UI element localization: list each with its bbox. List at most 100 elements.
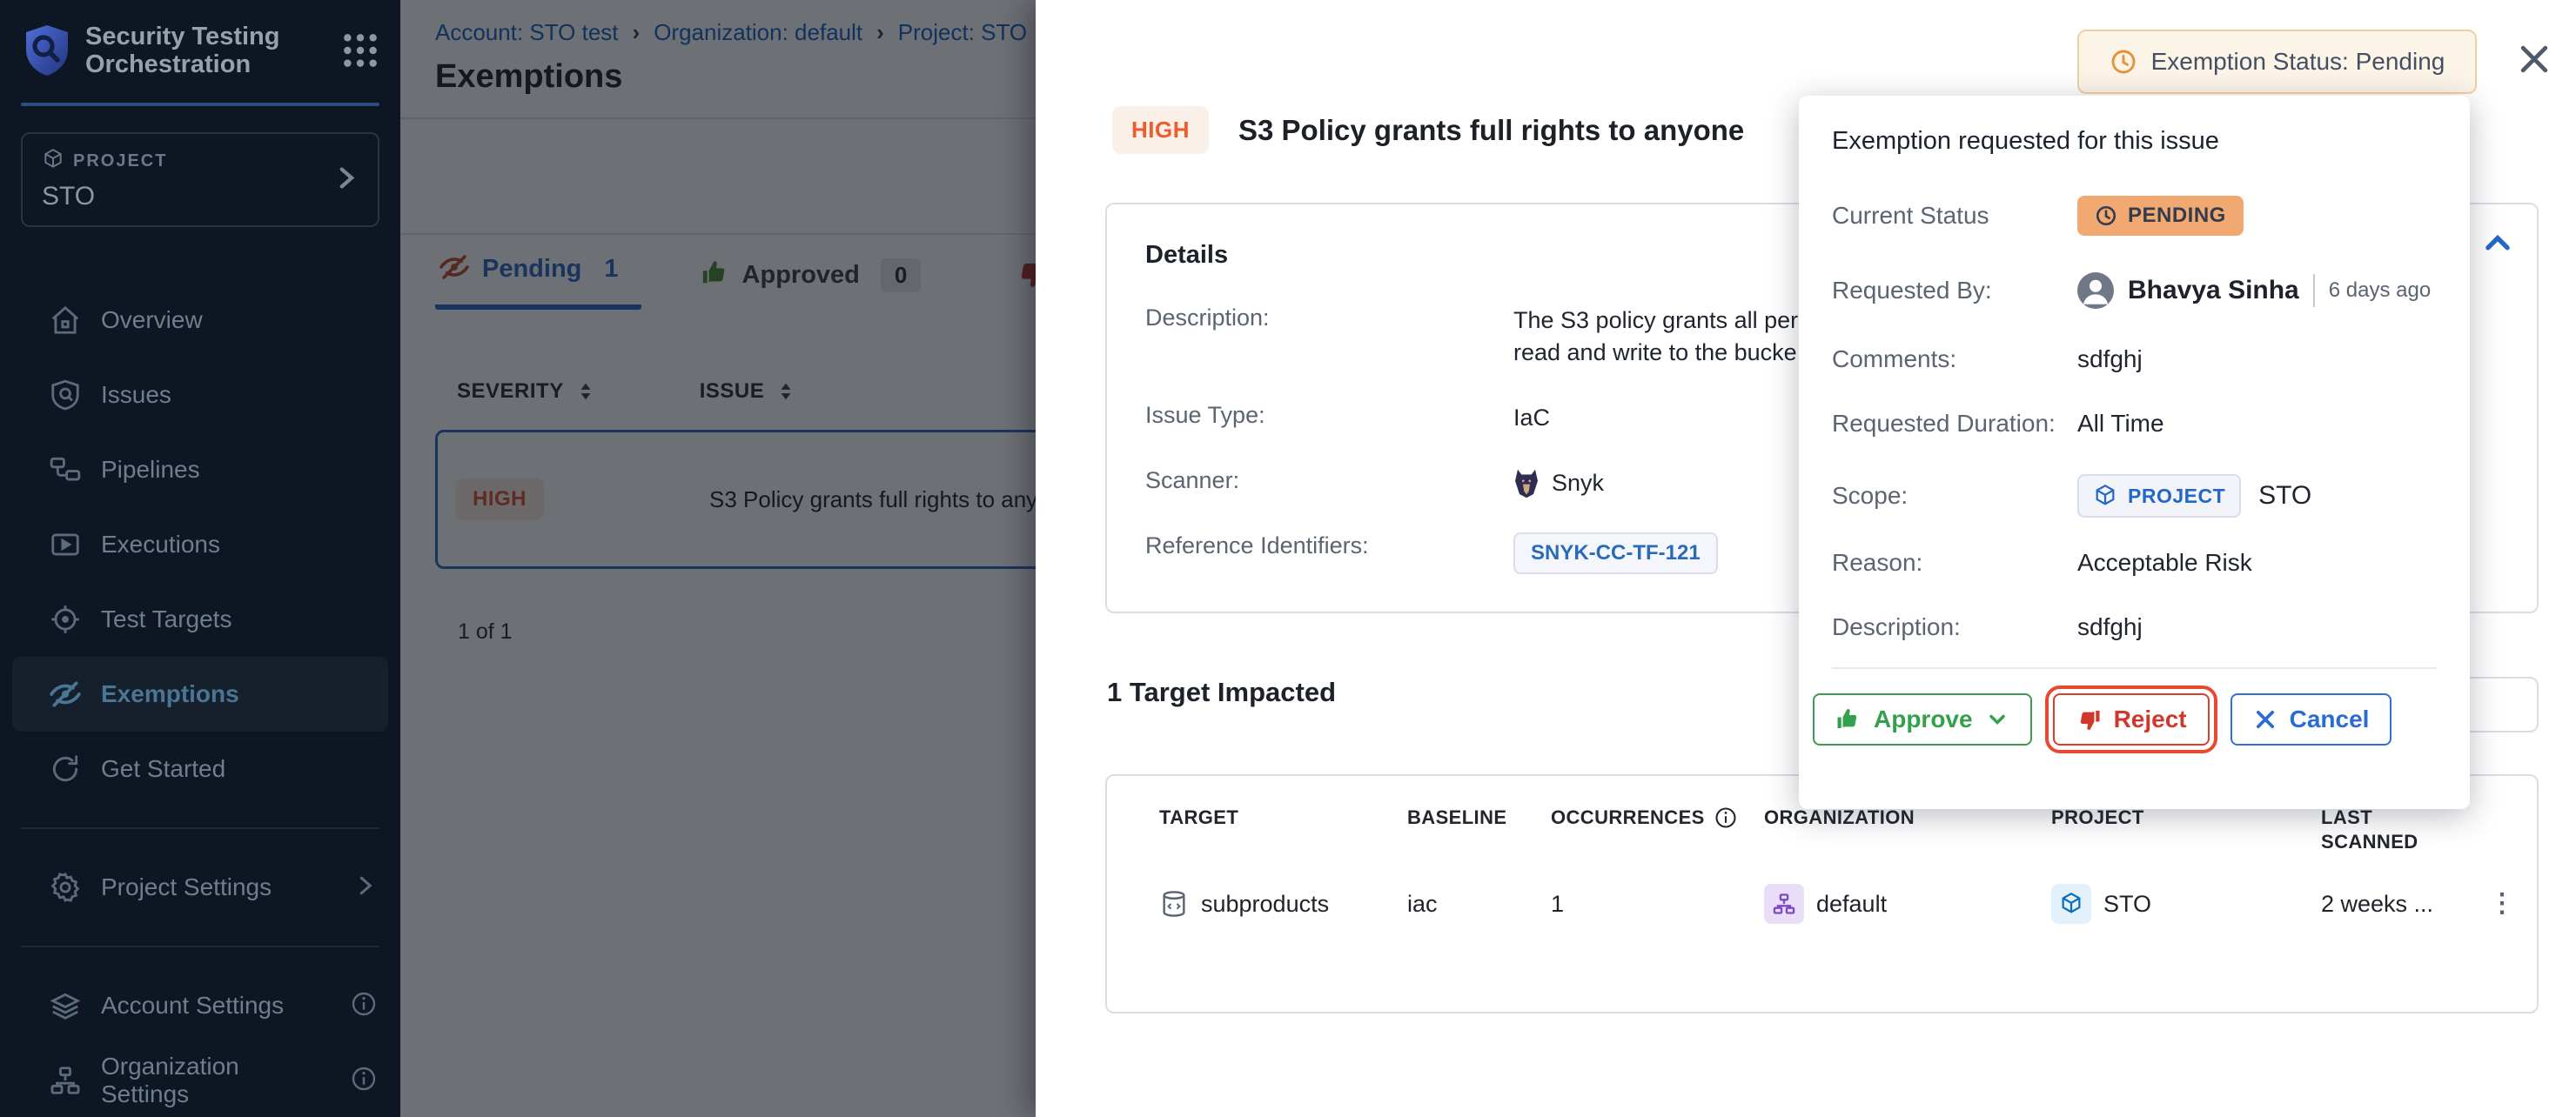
sidebar-item-get-started[interactable]: Get Started (12, 732, 388, 806)
close-icon (2253, 707, 2277, 732)
collapse-chevron-up-icon[interactable] (2481, 227, 2514, 260)
sidebar-item-test-targets[interactable]: Test Targets (12, 582, 388, 657)
baseline-cell: iac (1407, 891, 1551, 918)
thumbs-down-icon (2076, 706, 2102, 732)
executions-play-icon (49, 528, 82, 561)
sidebar-item-organization-settings[interactable]: Organization Settings (12, 1043, 388, 1117)
sidebar-item-label: Pipelines (101, 456, 200, 484)
info-icon (1714, 806, 1738, 830)
snyk-logo-icon (1513, 468, 1540, 499)
requested-time-ago: 6 days ago (2329, 278, 2431, 303)
target-row[interactable]: subproducts iac 1 default STO 2 weeks ..… (1107, 884, 2537, 924)
sidebar-divider (21, 827, 379, 829)
cube-icon (42, 148, 64, 175)
severity-badge: HIGH (1112, 106, 1209, 154)
layers-icon (49, 989, 82, 1022)
issue-type-label: Issue Type: (1145, 402, 1513, 429)
sidebar-accent-divider (21, 103, 379, 106)
sidebar-item-label: Account Settings (101, 992, 284, 1020)
reason-value: Acceptable Risk (2077, 549, 2437, 577)
sidebar-item-issues[interactable]: Issues (12, 358, 388, 432)
cancel-button[interactable]: Cancel (2231, 693, 2392, 746)
reject-button[interactable]: Reject (2053, 693, 2210, 746)
scanner-label: Scanner: (1145, 467, 1513, 494)
sto-shield-logo-icon (23, 23, 71, 77)
chevron-right-icon (331, 163, 360, 197)
sidebar-item-exemptions[interactable]: Exemptions (12, 657, 388, 732)
target-column-header: TARGET (1159, 806, 1290, 830)
shield-search-icon (49, 378, 82, 411)
close-icon[interactable] (2515, 40, 2553, 78)
sidebar-item-label: Test Targets (101, 605, 231, 633)
project-cell: STO (2051, 884, 2321, 924)
scope-value: PROJECT STO (2077, 474, 2437, 518)
sidebar-item-pipelines[interactable]: Pipelines (12, 432, 388, 507)
pending-status-badge: PENDING (2077, 196, 2244, 236)
exemption-status-button[interactable]: Exemption Status: Pending (2077, 30, 2477, 94)
sidebar-item-label: Executions (101, 531, 220, 558)
cube-icon (2093, 484, 2117, 508)
sidebar-item-overview[interactable]: Overview (12, 283, 388, 358)
description-label: Description: (1145, 304, 1513, 331)
gear-icon (49, 871, 82, 904)
description-value: sdfghj (2077, 613, 2437, 641)
project-column-header: PROJECT (2051, 806, 2182, 830)
requester-name: Bhavya Sinha (2128, 276, 2299, 305)
sidebar-item-project-settings[interactable]: Project Settings (12, 850, 388, 925)
organization-cell: default (1764, 884, 2051, 924)
issue-detail-header: HIGH S3 Policy grants full rights to any… (1112, 106, 1744, 154)
sidebar-item-label: Organization Settings (101, 1053, 331, 1108)
chevron-down-icon (1985, 707, 2009, 732)
org-chart-icon (49, 1064, 82, 1097)
app-switcher-grid-icon[interactable] (341, 31, 379, 70)
sidebar-item-label: Exemptions (101, 680, 239, 708)
popup-actions: Approve Reject Cancel (1813, 693, 2437, 746)
project-scope-chip: PROJECT (2077, 474, 2241, 518)
target-crosshair-icon (49, 603, 82, 636)
project-badge-icon (2051, 884, 2091, 924)
baseline-column-header: BASELINE (1407, 806, 1538, 830)
avatar (2077, 272, 2114, 309)
sidebar-item-label: Overview (101, 306, 203, 334)
approve-button[interactable]: Approve (1813, 693, 2032, 746)
pipelines-icon (49, 453, 82, 486)
scope-label: Scope: (1832, 482, 2077, 510)
info-icon[interactable] (350, 1065, 378, 1097)
exemption-review-popup: Exemption requested for this issue Curre… (1799, 96, 2470, 809)
chevron-right-icon (352, 873, 378, 903)
requested-duration-value: All Time (2077, 410, 2437, 438)
home-icon (49, 304, 82, 337)
organization-badge-icon (1764, 884, 1804, 924)
reason-label: Reason: (1832, 549, 2077, 577)
last-scanned-column-header: LAST SCANNED (2321, 806, 2452, 854)
clock-icon (2110, 48, 2137, 76)
divider (2313, 274, 2315, 307)
row-menu-dots-icon[interactable]: ⋮ (2467, 899, 2537, 909)
requested-by-value: Bhavya Sinha 6 days ago (2077, 272, 2437, 309)
project-selector-name: STO (42, 182, 359, 211)
sidebar-item-label: Get Started (101, 755, 225, 783)
comments-value: sdfghj (2077, 345, 2437, 373)
sidebar-item-executions[interactable]: Executions (12, 507, 388, 582)
project-selector[interactable]: PROJECT STO (21, 132, 379, 227)
popup-divider (1832, 667, 2437, 669)
clock-icon (2095, 204, 2117, 227)
project-scope-label: PROJECT (73, 151, 167, 171)
info-icon[interactable] (350, 990, 378, 1022)
thumbs-up-icon (1835, 706, 1862, 732)
sidebar-item-account-settings[interactable]: Account Settings (12, 968, 388, 1043)
get-started-refresh-icon (49, 752, 82, 786)
sidebar-nav: Overview Issues Pipelines Executions (0, 283, 400, 806)
occurrences-cell: 1 (1551, 891, 1764, 918)
reference-id-chip[interactable]: SNYK-CC-TF-121 (1513, 532, 1718, 574)
comments-label: Comments: (1832, 345, 2077, 373)
screen: Security Testing Orchestration PROJECT (0, 0, 2576, 1117)
occurrences-column-header: OCCURRENCES (1551, 806, 1764, 830)
target-container-icon (1159, 889, 1189, 919)
last-scanned-cell: 2 weeks ... (2321, 891, 2467, 918)
sidebar: Security Testing Orchestration PROJECT (0, 0, 400, 1117)
eye-off-icon (49, 678, 82, 711)
scope-project-name: STO (2258, 481, 2311, 511)
targets-table: TARGET BASELINE OCCURRENCES ORGANIZATION… (1105, 774, 2539, 1013)
current-status-label: Current Status (1832, 202, 2077, 230)
